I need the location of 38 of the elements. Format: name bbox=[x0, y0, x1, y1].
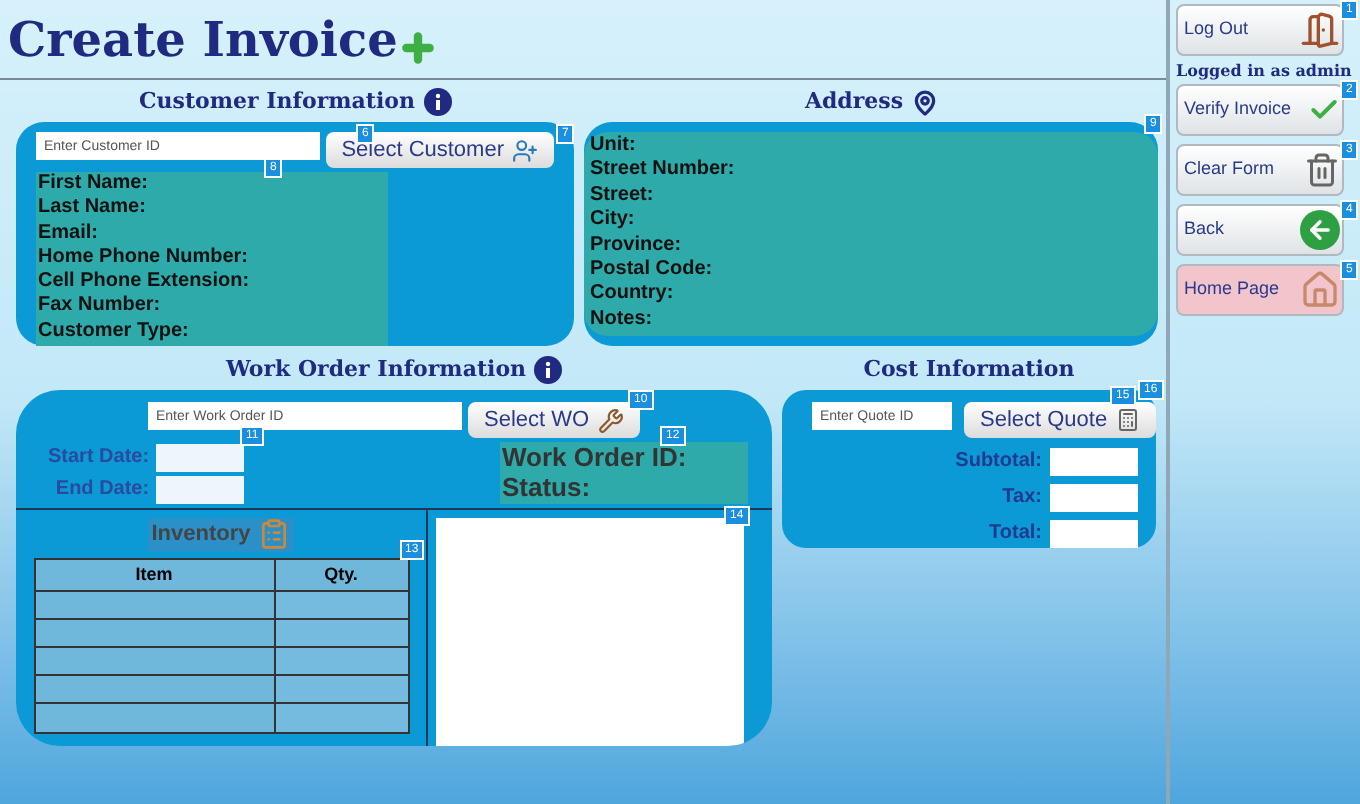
section-heading: Address bbox=[804, 85, 904, 118]
column-header: Item bbox=[35, 559, 275, 589]
login-status: Logged in as admin bbox=[1176, 58, 1354, 82]
page-title: Create Invoice bbox=[8, 7, 398, 71]
sidebar-verify-button[interactable]: Verify Invoice bbox=[1176, 84, 1344, 136]
info-label: Work Order ID: bbox=[502, 442, 689, 472]
field-label: City: bbox=[590, 208, 637, 234]
field-label: Postal Code: bbox=[590, 258, 715, 283]
field-label: Street Number: bbox=[590, 158, 737, 184]
sidebar-back-button[interactable]: Back bbox=[1176, 204, 1344, 256]
date-label: Start Date: bbox=[48, 446, 150, 470]
field-label: Unit: bbox=[590, 134, 638, 159]
field-label: Street: bbox=[590, 183, 656, 209]
inventory-heading: Inventory bbox=[151, 520, 251, 550]
date-label: End Date: bbox=[55, 478, 150, 502]
field-label: First Name: bbox=[38, 172, 151, 197]
field-label: Customer Type: bbox=[38, 319, 191, 345]
field-label: Notes: bbox=[590, 307, 655, 333]
field-label: Home Phone Number: bbox=[38, 245, 251, 271]
sidebar-clear-button[interactable]: Clear Form bbox=[1176, 144, 1344, 196]
field-label: Cell Phone Extension: bbox=[38, 270, 252, 295]
section-heading: Customer Information bbox=[139, 85, 415, 118]
cost-label: Subtotal: bbox=[955, 448, 1042, 476]
select-button[interactable]: Select Quote bbox=[964, 402, 1156, 438]
field-label: Last Name: bbox=[38, 196, 148, 222]
field-label: Province: bbox=[590, 233, 684, 259]
field-label: Email: bbox=[38, 221, 100, 246]
column-header: Qty. bbox=[322, 561, 360, 588]
select-button[interactable]: Select WO bbox=[468, 402, 640, 438]
info-label: Status: bbox=[502, 472, 593, 502]
cost-label: Total: bbox=[989, 520, 1042, 548]
section-heading: Cost Information bbox=[863, 353, 1075, 386]
field-label: Fax Number: bbox=[38, 294, 163, 320]
cost-label: Tax: bbox=[1002, 484, 1042, 512]
sidebar-logout-button[interactable]: Log Out bbox=[1176, 4, 1344, 56]
sidebar-home-button[interactable]: Home Page bbox=[1176, 264, 1344, 316]
section-heading: Work Order Information bbox=[225, 353, 527, 386]
field-label: Country: bbox=[590, 282, 676, 308]
